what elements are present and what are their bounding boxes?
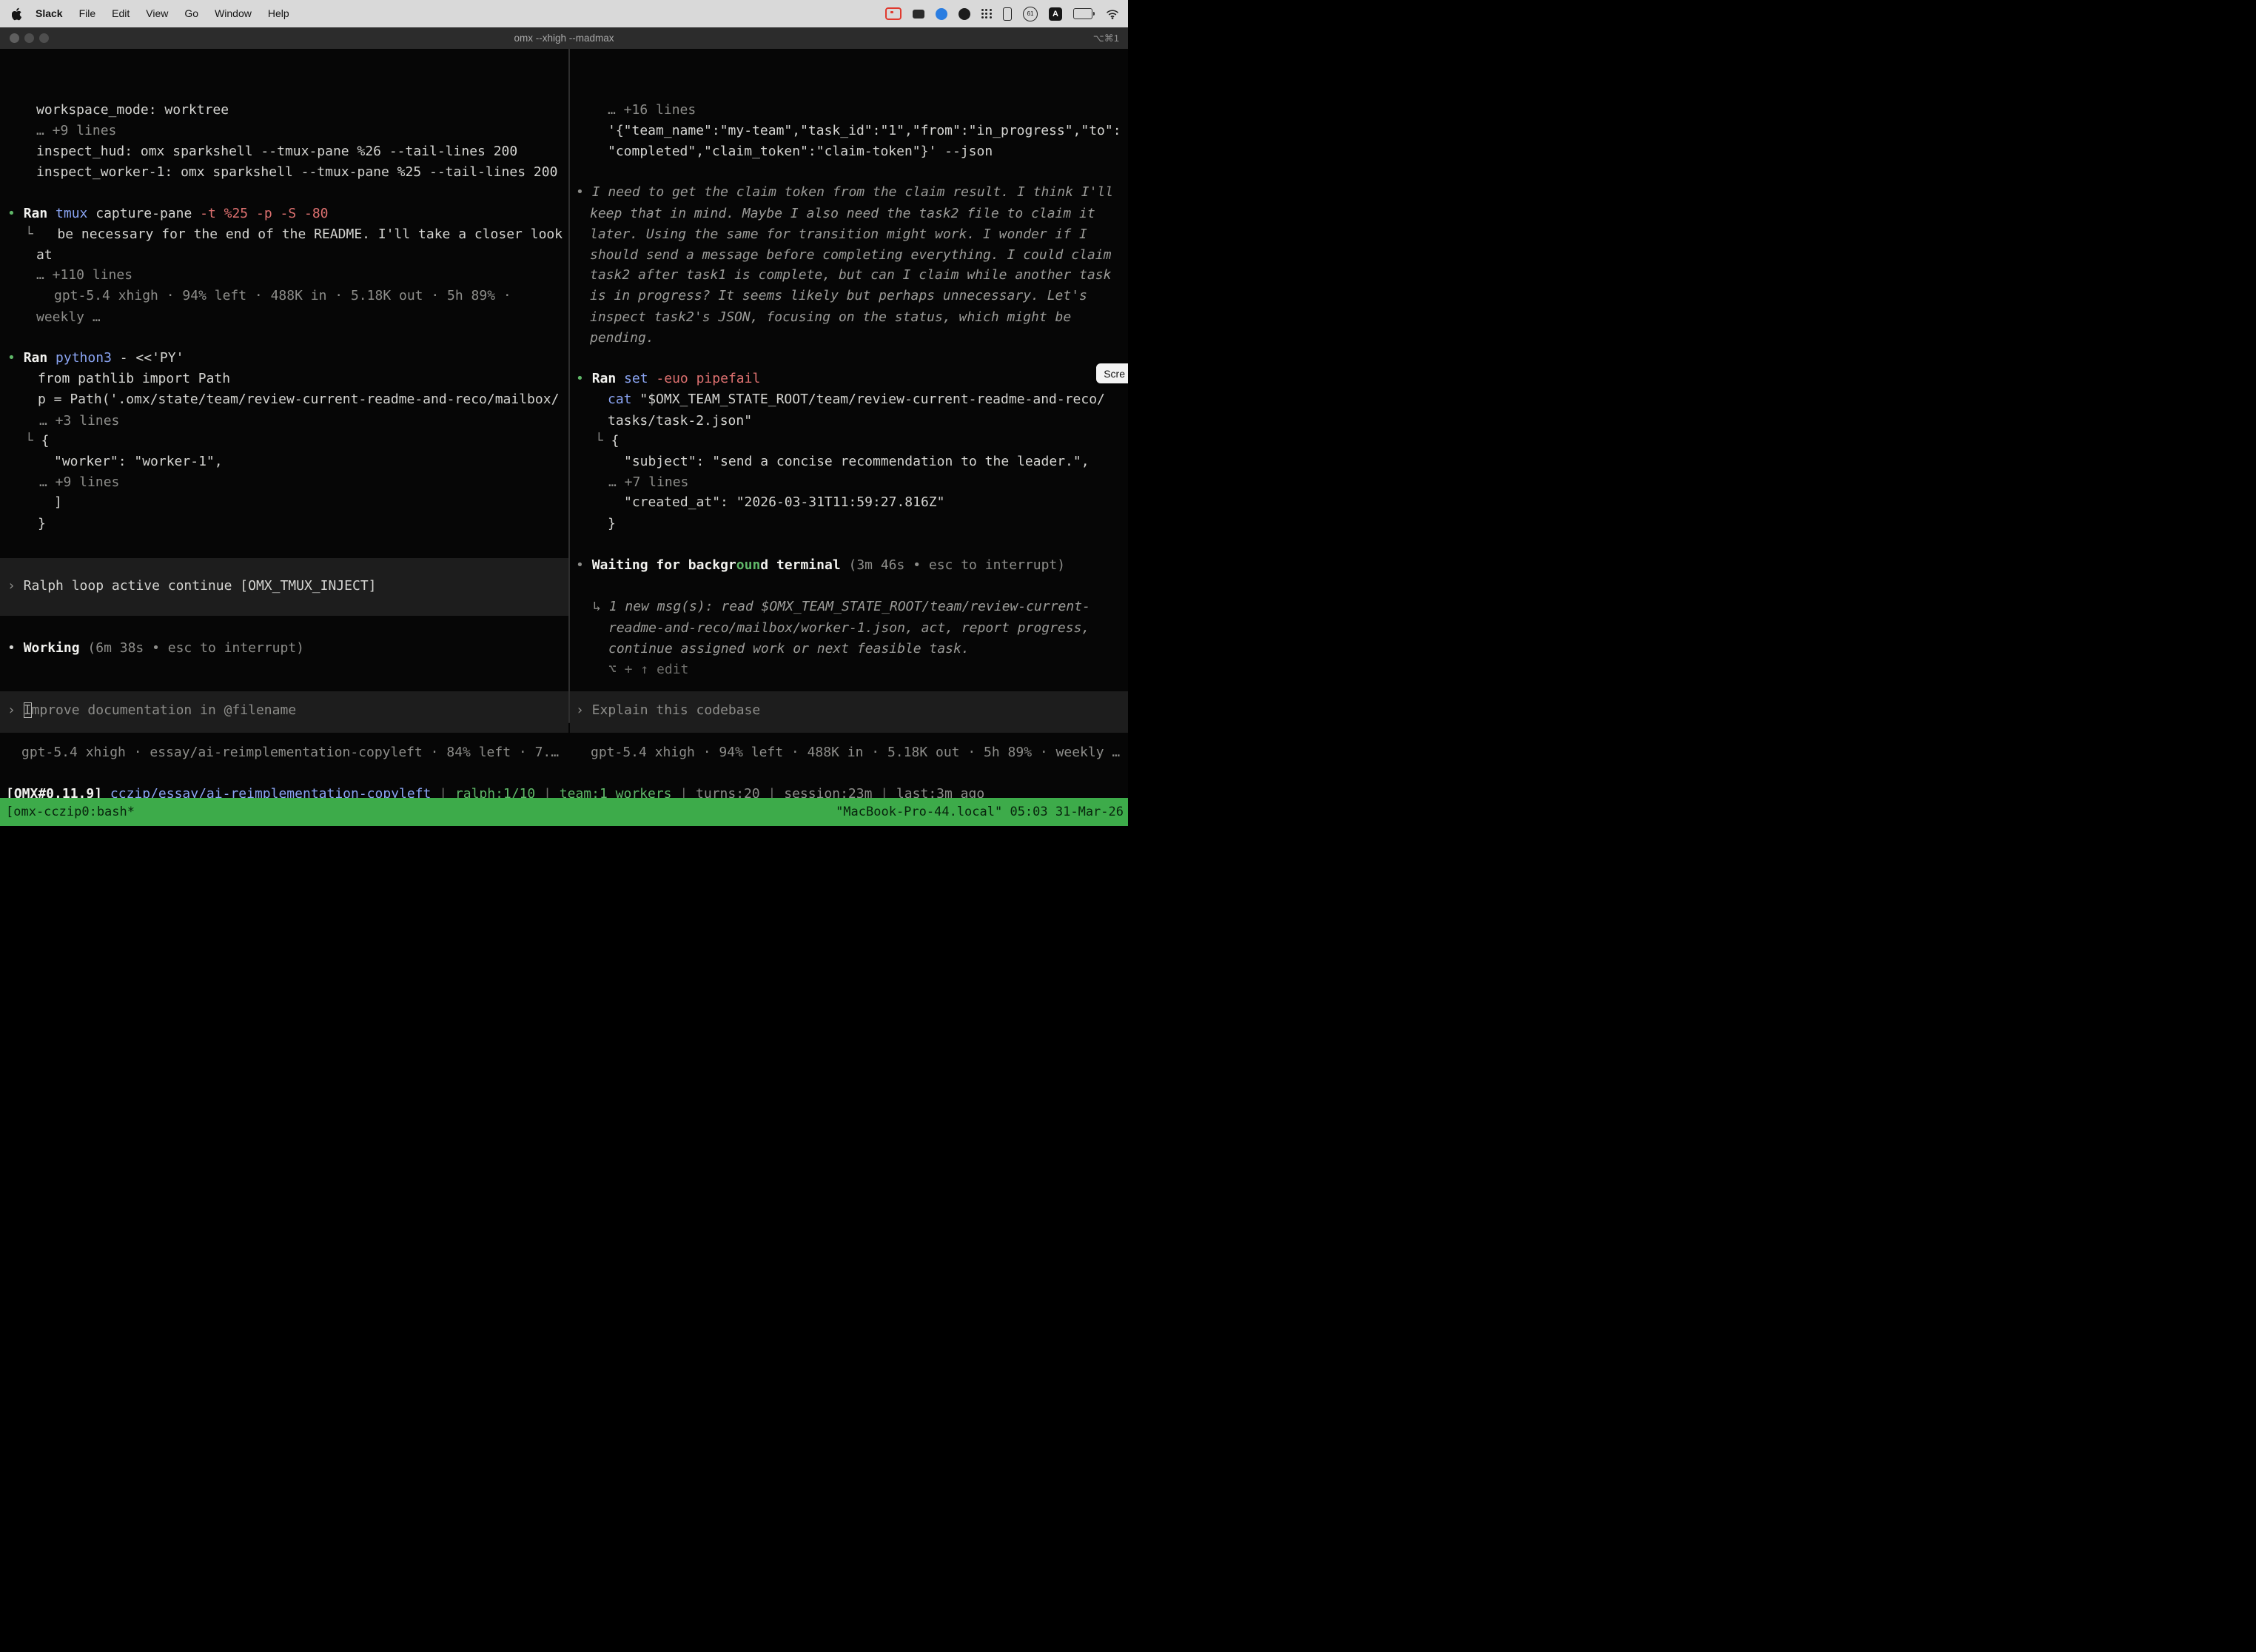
log-line: workspace_mode: worktree [36, 100, 229, 121]
dark-app-icon[interactable] [959, 6, 970, 22]
prompt-input-right[interactable]: › Explain this codebase [576, 700, 760, 721]
command-continuation: from pathlib import Path [38, 369, 230, 389]
apple-menu-icon[interactable] [12, 7, 23, 21]
collapsed-lines: … +110 lines [36, 265, 132, 286]
command-output: } [38, 514, 46, 534]
command-output: } [608, 514, 616, 534]
window-title-bar: omx --xhigh --madmax ⌥⌘1 [0, 27, 1128, 50]
command-continuation: tasks/task-2.json" [608, 411, 752, 432]
stat-widget-icon[interactable]: 61 [1023, 7, 1038, 21]
menu-file[interactable]: File [71, 0, 104, 27]
new-message-note: ↳ 1 new msg(s): read $OMX_TEAM_STATE_ROO… [593, 597, 1090, 617]
ran-command-line: • Ran set -euo pipefail [576, 369, 760, 389]
menu-window[interactable]: Window [207, 0, 260, 27]
battery-icon[interactable] [1073, 6, 1095, 22]
log-line: inspect_hud: omx sparkshell --tmux-pane … [36, 141, 517, 162]
command-output: "subject": "send a concise recommendatio… [624, 451, 1090, 472]
iphone-mirroring-icon[interactable] [1003, 6, 1012, 22]
command-output: └ { [25, 431, 50, 451]
thinking-text: keep that in mind. Maybe I also need the… [590, 204, 1095, 224]
tmux-session-name: [omx-cczip0:bash* [0, 805, 135, 819]
command-continuation: cat "$OMX_TEAM_STATE_ROOT/team/review-cu… [608, 389, 1105, 410]
prompt-input-left[interactable]: › Improve documentation in @filename [7, 700, 296, 721]
command-continuation: "completed","claim_token":"claim-token"}… [608, 141, 993, 162]
command-continuation: p = Path('.omx/state/team/review-current… [38, 389, 559, 410]
window-title: omx --xhigh --madmax [0, 27, 1128, 49]
thinking-text: • I need to get the claim token from the… [576, 182, 1113, 203]
tmux-host-clock: "MacBook-Pro-44.local" 05:03 31-Mar-26 [836, 805, 1128, 819]
command-output: "created_at": "2026-03-31T11:59:27.816Z" [624, 492, 944, 513]
thinking-text: should send a message before completing … [590, 245, 1111, 266]
menu-go[interactable]: Go [176, 0, 207, 27]
pane-divider [568, 49, 570, 722]
command-output: └ be necessary for the end of the README… [25, 224, 563, 245]
pane-footer-right: gpt-5.4 xhigh · 94% left · 488K in · 5.1… [591, 742, 1120, 763]
app-grid-icon[interactable] [981, 6, 992, 22]
new-message-note: readme-and-reco/mailbox/worker-1.json, a… [608, 618, 1090, 639]
menu-view[interactable]: View [138, 0, 176, 27]
collapsed-lines: … +9 lines [39, 472, 119, 493]
working-status: • Working (6m 38s • esc to interrupt) [7, 638, 304, 659]
wifi-icon[interactable] [1106, 6, 1119, 22]
collapsed-lines: … +9 lines [36, 121, 116, 141]
menu-app-name[interactable]: Slack [27, 0, 71, 27]
thinking-text: inspect task2's JSON, focusing on the st… [590, 307, 1071, 328]
command-output: "worker": "worker-1", [54, 451, 223, 472]
thinking-text: later. Using the same for transition mig… [590, 224, 1087, 245]
screen-recording-icon[interactable] [885, 6, 902, 22]
pane-footer-left: gpt-5.4 xhigh · essay/ai-reimplementatio… [21, 742, 559, 763]
collapsed-lines: … +3 lines [39, 411, 119, 432]
command-output: weekly … [36, 307, 101, 328]
command-output: at [36, 245, 53, 266]
window-shortcut-badge: ⌥⌘1 [1093, 27, 1119, 49]
new-message-note: continue assigned work or next feasible … [608, 639, 970, 659]
keyboard-grid-icon[interactable] [913, 6, 924, 22]
menu-edit[interactable]: Edit [104, 0, 138, 27]
command-output: └ { [595, 431, 620, 451]
log-line: inspect_worker-1: omx sparkshell --tmux-… [36, 162, 557, 183]
omx-status-line: [OMX#0.11.9] cczip/essay/ai-reimplementa… [6, 784, 984, 798]
thinking-text: task2 after task1 is complete, but can I… [590, 265, 1111, 286]
edit-hint: ⌥ + ↑ edit [608, 659, 688, 680]
ran-command-line: • Ran python3 - <<'PY' [7, 348, 184, 369]
menu-help[interactable]: Help [260, 0, 298, 27]
command-continuation: '{"team_name":"my-team","task_id":"1","f… [608, 121, 1121, 141]
terminal-content: workspace_mode: worktree… +9 linesinspec… [0, 49, 1128, 798]
waiting-status: • Waiting for background terminal (3m 46… [576, 555, 1065, 576]
blue-app-icon[interactable] [936, 6, 947, 22]
ran-command-line: • Ran tmux capture-pane -t %25 -p -S -80 [7, 204, 329, 224]
tmux-status-bar: [omx-cczip0:bash* "MacBook-Pro-44.local"… [0, 798, 1128, 826]
thinking-text: is in progress? It seems likely but perh… [590, 286, 1087, 306]
menu-bar: Slack File Edit View Go Window Help 61 A [0, 0, 1128, 27]
command-output: gpt-5.4 xhigh · 94% left · 488K in · 5.1… [54, 286, 511, 306]
input-source-icon[interactable]: A [1049, 7, 1062, 21]
collapsed-lines: … +7 lines [608, 472, 688, 493]
collapsed-lines: … +16 lines [608, 100, 696, 121]
screen-share-overlay: Scre [1096, 363, 1128, 383]
command-output: ] [54, 492, 62, 513]
thinking-text: pending. [590, 328, 654, 349]
injected-message: › Ralph loop active continue [OMX_TMUX_I… [7, 576, 377, 597]
